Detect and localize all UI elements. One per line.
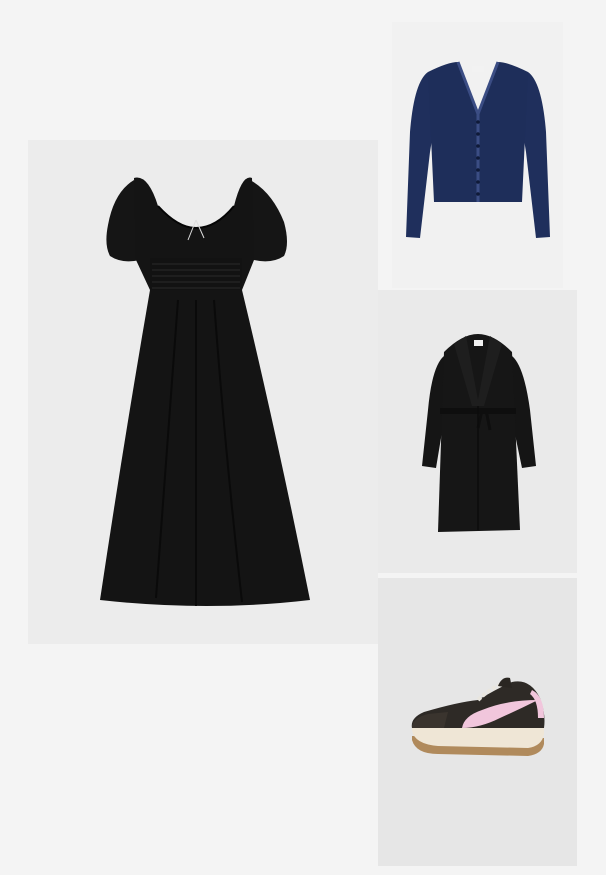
dress-skirt xyxy=(100,290,310,606)
sneaker-image xyxy=(411,677,545,756)
coat-body xyxy=(438,334,520,532)
product-tile-coat[interactable] xyxy=(378,290,577,573)
coat-image xyxy=(422,334,536,532)
product-tile-cardigan[interactable] xyxy=(392,22,563,288)
cardigan-image xyxy=(406,61,550,238)
product-tile-sneaker[interactable] xyxy=(378,578,577,866)
dress-image xyxy=(100,177,310,606)
product-tile-dress[interactable] xyxy=(28,140,378,644)
sneaker-midsole xyxy=(412,726,544,748)
